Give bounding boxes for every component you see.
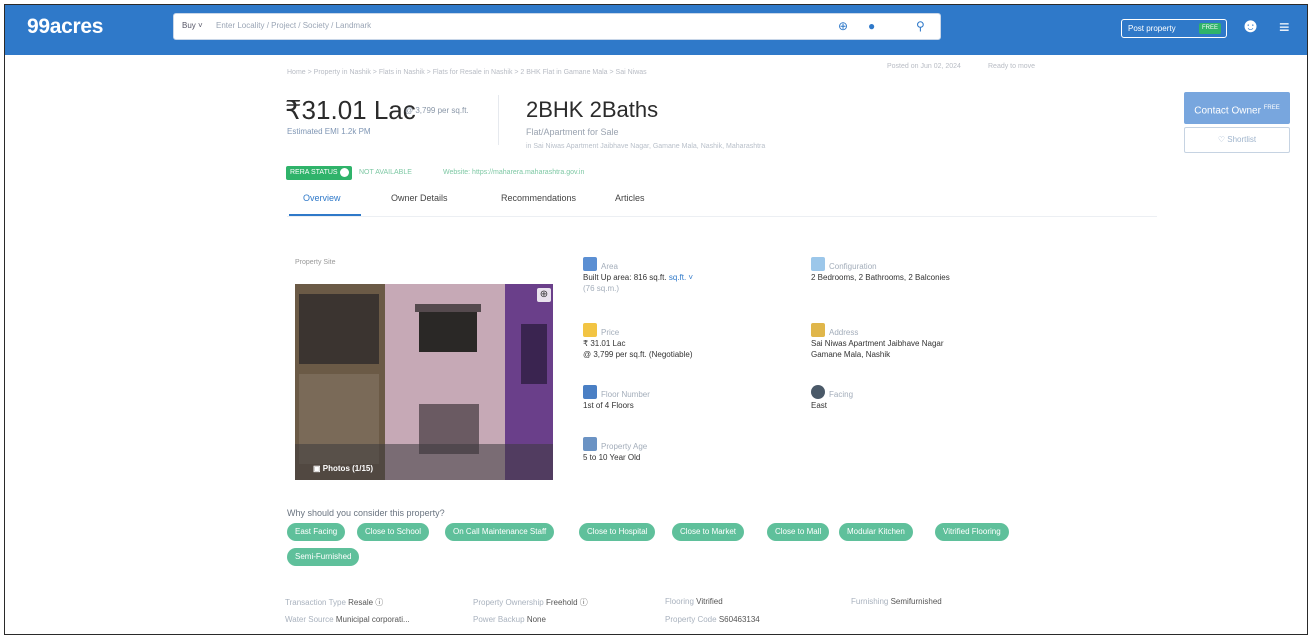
location-icon[interactable]: ⊕ — [838, 19, 848, 33]
listing-title: 2BHK 2Baths — [526, 97, 659, 122]
fact-furnishing: Furnishing Semifurnished — [851, 597, 942, 606]
search-icon[interactable]: ⚲ — [916, 19, 925, 33]
breadcrumb[interactable]: Home > Property in Nashik > Flats in Nas… — [287, 69, 647, 76]
attr-price: Price ₹ 31.01 Lac @ 3,799 per sq.ft. (Ne… — [583, 327, 693, 360]
free-badge: FREE — [1199, 23, 1221, 34]
fact-ownership: Property Ownership Freehold ⓘ — [473, 598, 588, 607]
price-per-sqft: @ 3,799 per sq.ft. — [405, 106, 469, 115]
posted-date: Posted on Jun 02, 2024 — [887, 63, 961, 70]
facing-value: East — [811, 401, 828, 410]
attr-area: Area Built Up area: 816 sq.ft. sq.ft. ˅ … — [583, 261, 693, 294]
user-account-icon[interactable]: ☻ — [1240, 15, 1261, 38]
address-line1: Sai Niwas Apartment Jaibhave Nagar — [811, 339, 944, 348]
area-key: Area — [601, 262, 618, 271]
contact-owner-button[interactable]: Contact Owner FREE — [1184, 92, 1290, 124]
chip-close-to-hospital: Close to Hospital — [579, 523, 656, 541]
why-consider-heading: Why should you consider this property? — [287, 508, 445, 518]
tab-recommendations[interactable]: Recommendations — [501, 193, 576, 203]
buy-dropdown[interactable]: Buy ˅ — [182, 21, 203, 30]
chip-east-facing: East Facing — [287, 523, 346, 541]
active-tab-indicator — [289, 214, 361, 216]
floor-value: 1st of 4 Floors — [583, 401, 634, 410]
photo-label: Property Site — [295, 259, 336, 266]
search-input[interactable]: Enter Locality / Project / Society / Lan… — [216, 21, 371, 30]
estimated-emi-link[interactable]: Estimated EMI 1.2k PM — [287, 127, 371, 136]
fact-flooring: Flooring Vitrified — [665, 597, 723, 606]
tab-articles[interactable]: Articles — [615, 193, 645, 203]
chip-close-to-market: Close to Market — [672, 523, 745, 541]
tab-overview[interactable]: Overview — [303, 193, 341, 203]
address-key: Address — [829, 328, 859, 337]
address-line2: Gamane Mala, Nashik — [811, 350, 891, 359]
header-divider — [498, 95, 499, 145]
fact-property-code: Property Code S60463134 — [665, 615, 760, 624]
attr-configuration: Configuration 2 Bedrooms, 2 Bathrooms, 2… — [811, 261, 950, 283]
post-property-label: Post property — [1128, 24, 1176, 33]
chip-close-to-school: Close to School — [357, 523, 430, 541]
listing-type: Flat/Apartment for Sale — [526, 127, 619, 137]
area-unit-dropdown[interactable]: sq.ft. ˅ — [669, 273, 693, 282]
area-value: Built Up area: 816 sq.ft. sq.ft. ˅ — [583, 273, 694, 282]
config-key: Configuration — [829, 262, 877, 271]
price-sub-value: @ 3,799 per sq.ft. (Negotiable) — [583, 350, 693, 359]
attr-address: Address Sai Niwas Apartment Jaibhave Nag… — [811, 327, 944, 360]
fact-water-source: Water Source Municipal corporati... — [285, 615, 410, 624]
attr-property-age: Property Age 5 to 10 Year Old — [583, 441, 647, 463]
rera-status-badge[interactable]: RERA STATUS — [286, 166, 352, 180]
property-photo[interactable]: ⊕ ▣ Photos (1/15) — [295, 284, 553, 480]
attr-floor: Floor Number 1st of 4 Floors — [583, 389, 650, 411]
chip-modular-kitchen: Modular Kitchen — [839, 523, 913, 541]
browser-frame: 99acres Buy ˅ Enter Locality / Project /… — [4, 4, 1308, 635]
area-more: (76 sq.m.) — [583, 284, 620, 293]
listing-price: ₹31.01 Lac — [285, 95, 416, 125]
hamburger-menu-icon[interactable]: ≡ — [1279, 17, 1290, 38]
building-photo — [295, 284, 553, 480]
price-key: Price — [601, 328, 620, 337]
listing-address-line: in Sai Niwas Apartment Jaibhave Nagar, G… — [526, 143, 766, 150]
attr-facing: Facing East — [811, 389, 853, 411]
contact-free-badge: FREE — [1263, 105, 1280, 111]
config-value: 2 Bedrooms, 2 Bathrooms, 2 Balconies — [811, 273, 950, 282]
ready-status: Ready to move — [988, 63, 1036, 70]
chip-maintenance-staff: On Call Maintenance Staff — [445, 523, 555, 541]
info-icon — [340, 168, 349, 177]
listing-subtitle: Flat/Apartment for Sale in Sai Niwas Apa… — [526, 127, 765, 150]
chip-semi-furnished: Semi-Furnished — [287, 548, 360, 566]
rera-website[interactable]: Website: https://maharera.maharashtra.go… — [443, 169, 584, 176]
zoom-icon[interactable]: ⊕ — [537, 288, 551, 302]
top-nav-bar: 99acres Buy ˅ Enter Locality / Project /… — [5, 5, 1307, 55]
rera-number: NOT AVAILABLE — [359, 169, 412, 176]
chip-vitrified-flooring: Vitrified Flooring — [935, 523, 1009, 541]
shortlist-button[interactable]: ♡ Shortlist — [1184, 127, 1290, 153]
floor-key: Floor Number — [601, 390, 650, 399]
age-value: 5 to 10 Year Old — [583, 453, 641, 462]
facing-key: Facing — [829, 390, 854, 399]
fact-power-backup: Power Backup None — [473, 615, 546, 624]
search-bar[interactable]: Buy ˅ Enter Locality / Project / Society… — [173, 13, 941, 40]
price-value: ₹ 31.01 Lac — [583, 339, 626, 348]
chip-close-to-mall: Close to Mall — [767, 523, 830, 541]
age-key: Property Age — [601, 442, 648, 451]
tab-owner-details[interactable]: Owner Details — [391, 193, 448, 203]
photo-count[interactable]: ▣ Photos (1/15) — [313, 464, 373, 473]
site-logo[interactable]: 99acres — [27, 15, 103, 39]
mic-icon[interactable]: ● — [868, 19, 875, 33]
post-property-button[interactable]: Post property FREE — [1121, 19, 1227, 38]
section-tabs: Overview Owner Details Recommendations A… — [287, 185, 1157, 217]
fact-transaction-type: Transaction Type Resale ⓘ — [285, 598, 384, 607]
